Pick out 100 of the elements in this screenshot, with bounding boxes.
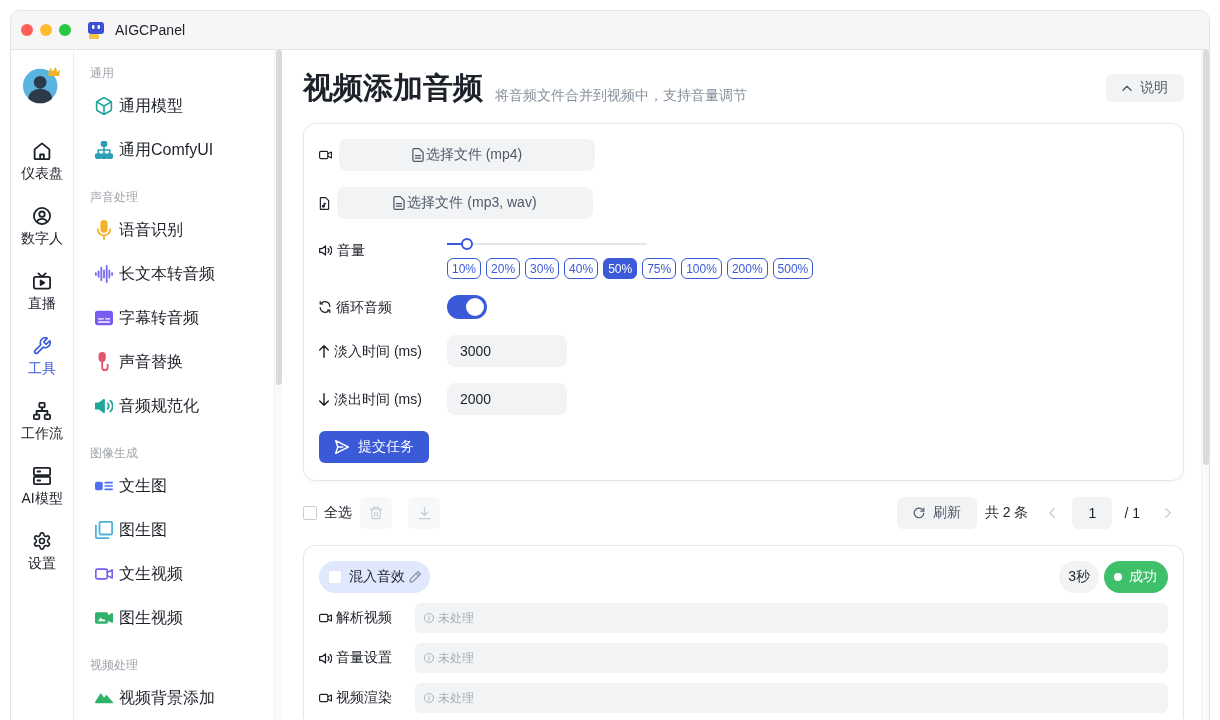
video-camera-icon	[95, 567, 113, 581]
volume-preset-button[interactable]: 200%	[726, 258, 768, 279]
select-all-checkbox[interactable]	[303, 506, 317, 520]
nav-rail-item[interactable]: 工具	[13, 337, 71, 378]
robot-icon	[88, 21, 104, 39]
sidebar-item[interactable]: 图生图	[78, 508, 270, 552]
music-file-icon	[319, 196, 330, 210]
video-camera-icon	[319, 150, 332, 160]
total-count: 共 2 条	[984, 504, 1029, 522]
page-subtitle: 将音频文件合并到视频中，支持音量调节	[495, 86, 747, 105]
sidebar-section-heading: 通用	[89, 65, 115, 82]
sidebar-item[interactable]: 字幕转音频	[78, 296, 270, 340]
file-select-button[interactable]: 选择文件 (mp3, wav)	[337, 187, 593, 219]
file-icon	[411, 148, 424, 162]
task-checkbox[interactable]	[328, 570, 342, 584]
hierarchy-icon	[95, 141, 113, 159]
sidebar-item[interactable]: 通用ComfyUI	[78, 128, 270, 172]
volume-label: 音量	[337, 241, 365, 260]
caret-up-icon	[1122, 85, 1132, 91]
fade-out-input[interactable]: 2000	[447, 383, 567, 415]
sidebar-section-heading: 视频处理	[89, 657, 139, 674]
stacked-squares-icon	[95, 521, 113, 539]
loop-icon	[319, 301, 331, 313]
volume-preset-button[interactable]: 20%	[486, 258, 521, 279]
server-icon	[33, 467, 51, 485]
page-input[interactable]: 1	[1072, 497, 1113, 529]
volume-preset-button[interactable]: 50%	[603, 258, 638, 279]
loop-label: 循环音频	[336, 298, 392, 317]
file-icon	[393, 196, 406, 210]
scrollbar-thumb[interactable]	[1202, 50, 1209, 465]
volume-preset-button[interactable]: 40%	[564, 258, 599, 279]
home-icon	[33, 142, 51, 160]
arrow-up-icon	[319, 344, 329, 358]
cube-icon	[95, 97, 113, 115]
scrollbar-thumb[interactable]	[275, 50, 282, 385]
sidebar-item[interactable]: 长文本转音频	[78, 252, 270, 296]
help-button[interactable]: 说明	[1106, 74, 1184, 102]
refresh-button[interactable]: 刷新	[896, 497, 977, 529]
wrench-icon	[33, 337, 51, 355]
arrow-down-icon	[319, 392, 329, 406]
refresh-icon	[912, 507, 925, 519]
avatar-icon[interactable]	[22, 65, 62, 105]
step-status-text: 未处理	[438, 689, 474, 707]
speaker-icon	[95, 398, 113, 414]
video-camera-icon	[319, 693, 332, 703]
fade-in-label: 淡入时间 (ms)	[334, 342, 422, 361]
waveform-icon	[95, 265, 113, 283]
volume-preset-button[interactable]: 75%	[642, 258, 677, 279]
volume-preset-button[interactable]: 100%	[681, 258, 722, 279]
step-label: 视频渲染	[336, 689, 392, 707]
subtitles-icon	[95, 310, 113, 326]
nav-rail-item[interactable]: 数字人	[13, 207, 71, 248]
sidebar-section-heading: 声音处理	[89, 189, 139, 206]
send-icon	[334, 440, 349, 454]
info-icon	[424, 653, 434, 663]
settings-icon	[33, 532, 51, 550]
fade-in-input[interactable]: 3000	[447, 335, 567, 367]
toggle-switch[interactable]	[447, 295, 487, 319]
page-title: 视频添加音频	[303, 70, 483, 106]
volume-preset-button[interactable]: 10%	[447, 258, 482, 279]
fade-out-label: 淡出时间 (ms)	[334, 390, 422, 409]
step-status-text: 未处理	[438, 609, 474, 627]
maximize-window-button[interactable]	[59, 24, 71, 36]
volume-preset-button[interactable]: 500%	[772, 258, 814, 279]
close-window-button[interactable]	[21, 24, 33, 36]
info-icon	[424, 693, 434, 703]
sidebar-item[interactable]: 文生图	[78, 464, 270, 508]
sidebar-item[interactable]: 文生视频	[78, 552, 270, 596]
page-count: / 1	[1124, 505, 1140, 521]
file-select-button[interactable]: 选择文件 (mp4)	[339, 139, 595, 171]
submit-button[interactable]: 提交任务	[319, 431, 429, 463]
sidebar-item[interactable]: 语音识别	[78, 208, 270, 252]
speaker-icon	[319, 652, 332, 664]
select-all-label: 全选	[324, 504, 352, 522]
chevron-right-icon	[1165, 508, 1171, 518]
window-title: AIGCPanel	[115, 22, 186, 38]
nav-rail-item[interactable]: AI模型	[13, 467, 71, 508]
minimize-window-button[interactable]	[40, 24, 52, 36]
step-status-text: 未处理	[438, 649, 474, 667]
sidebar-item[interactable]: 视频背景添加	[78, 676, 270, 720]
tv-icon	[33, 272, 51, 290]
status-label: 成功	[1129, 568, 1157, 586]
sidebar-item[interactable]: 音频规范化	[78, 384, 270, 428]
nav-rail-item[interactable]: 工作流	[13, 402, 71, 443]
nav-rail-item[interactable]: 仪表盘	[13, 142, 71, 183]
volume-preset-button[interactable]: 30%	[525, 258, 560, 279]
nav-rail-item[interactable]: 直播	[13, 272, 71, 313]
sidebar-item[interactable]: 声音替换	[78, 340, 270, 384]
pencil-icon	[409, 571, 421, 583]
image-text-icon	[95, 480, 113, 492]
video-camera-icon	[319, 613, 332, 623]
microphone-icon	[95, 220, 113, 240]
sidebar-item[interactable]: 图生视频	[78, 596, 270, 640]
nav-rail-item[interactable]: 设置	[13, 532, 71, 573]
slider-thumb[interactable]	[461, 238, 473, 250]
trash-icon	[370, 506, 382, 520]
hierarchy-icon	[33, 402, 51, 420]
sidebar-item[interactable]: 通用模型	[78, 84, 270, 128]
download-icon	[417, 506, 431, 520]
speaker-icon	[319, 244, 332, 256]
